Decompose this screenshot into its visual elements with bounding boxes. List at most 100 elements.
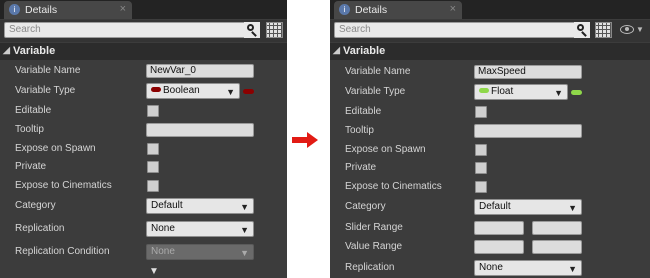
expose-to-cinematics-label: Expose to Cinematics xyxy=(345,181,442,192)
value-range-min-field[interactable] xyxy=(474,240,524,254)
editable-label: Editable xyxy=(15,105,52,116)
type-pin-icon xyxy=(243,89,254,94)
chevron-down-icon: ▼ xyxy=(240,225,249,235)
variable-name-label: Variable Name xyxy=(345,66,411,77)
row-category: Category Default ▼ xyxy=(330,197,650,217)
replication-label: Replication xyxy=(345,262,395,273)
replication-dropdown[interactable]: None ▼ xyxy=(146,221,254,237)
row-private: Private xyxy=(0,157,287,177)
category-dropdown[interactable]: Default ▼ xyxy=(146,198,254,214)
type-pin-icon xyxy=(571,90,582,95)
type-pill-icon xyxy=(151,86,161,92)
section-header-variable[interactable]: ◢ Variable xyxy=(0,43,287,60)
private-label: Private xyxy=(15,161,47,172)
tab-details[interactable]: i Details × xyxy=(334,1,462,19)
value-range-max-field[interactable] xyxy=(532,240,582,254)
variable-type-label: Variable Type xyxy=(345,86,406,97)
row-variable-name: Variable Name MaxSpeed xyxy=(330,62,650,82)
expose-to-cinematics-checkbox[interactable] xyxy=(147,180,159,192)
row-variable-type: Variable Type Float ▼ xyxy=(330,82,650,102)
replication-dropdown[interactable]: None ▼ xyxy=(474,260,582,276)
slider-range-min-field[interactable] xyxy=(474,221,524,235)
replication-condition-dropdown: None ▼ xyxy=(146,244,254,260)
row-expose-to-cinematics: Expose to Cinematics xyxy=(330,177,650,197)
replication-condition-label: Replication Condition xyxy=(15,246,110,257)
category-dropdown[interactable]: Default ▼ xyxy=(474,199,582,215)
search-icon[interactable] xyxy=(244,22,260,38)
expose-on-spawn-checkbox[interactable] xyxy=(147,143,159,155)
private-label: Private xyxy=(345,162,377,173)
chevron-down-icon[interactable]: ▼ xyxy=(636,25,644,34)
search-input[interactable]: Search xyxy=(4,22,260,38)
editable-checkbox[interactable] xyxy=(147,105,159,117)
expose-to-cinematics-label: Expose to Cinematics xyxy=(15,180,112,191)
replication-value: None xyxy=(151,223,175,234)
variable-type-label: Variable Type xyxy=(15,85,76,96)
row-value-range: Value Range xyxy=(330,237,650,257)
collapse-arrow-icon[interactable]: ◢ xyxy=(333,45,340,56)
slider-range-max-field[interactable] xyxy=(532,221,582,235)
property-matrix-icon[interactable] xyxy=(266,22,283,38)
row-expose-on-spawn: Expose on Spawn xyxy=(0,139,287,159)
category-label: Category xyxy=(15,200,56,211)
tooltip-field[interactable] xyxy=(474,124,582,138)
expose-on-spawn-label: Expose on Spawn xyxy=(345,144,426,155)
type-pill-icon xyxy=(479,87,489,93)
value-range-label: Value Range xyxy=(345,241,403,252)
tooltip-label: Tooltip xyxy=(15,124,44,135)
tab-title: Details xyxy=(355,4,388,16)
tab-bar: i Details × xyxy=(330,0,650,19)
close-icon[interactable]: × xyxy=(450,3,456,15)
category-label: Category xyxy=(345,201,386,212)
private-checkbox[interactable] xyxy=(475,162,487,174)
tooltip-field[interactable] xyxy=(146,123,254,137)
expand-more-icon[interactable]: ▼ xyxy=(149,266,159,277)
transition-arrow-icon xyxy=(292,132,322,148)
details-icon: i xyxy=(339,4,350,15)
row-tooltip: Tooltip xyxy=(330,121,650,141)
row-expose-on-spawn: Expose on Spawn xyxy=(330,140,650,160)
details-panel-before: i Details × Search ◢ Variable Variable N… xyxy=(0,0,287,278)
editable-checkbox[interactable] xyxy=(475,106,487,118)
row-private: Private xyxy=(330,158,650,178)
chevron-down-icon: ▼ xyxy=(568,264,577,274)
slider-range-label: Slider Range xyxy=(345,222,403,233)
variable-type-value: Boolean xyxy=(163,85,200,96)
search-icon[interactable] xyxy=(574,22,590,38)
chevron-down-icon: ▼ xyxy=(240,248,249,258)
section-header-variable[interactable]: ◢ Variable xyxy=(330,43,650,60)
variable-type-dropdown[interactable]: Float ▼ xyxy=(474,84,568,100)
replication-value: None xyxy=(479,262,503,273)
row-variable-type: Variable Type Boolean ▼ xyxy=(0,81,287,101)
row-expose-to-cinematics: Expose to Cinematics xyxy=(0,176,287,196)
search-row: Search xyxy=(0,20,287,42)
chevron-down-icon: ▼ xyxy=(568,203,577,213)
category-value: Default xyxy=(479,201,511,212)
tab-title: Details xyxy=(25,4,58,16)
close-icon[interactable]: × xyxy=(120,3,126,15)
variable-name-field[interactable]: NewVar_0 xyxy=(146,64,254,78)
eye-icon[interactable] xyxy=(620,25,634,34)
expose-on-spawn-checkbox[interactable] xyxy=(475,144,487,156)
variable-name-field[interactable]: MaxSpeed xyxy=(474,65,582,79)
row-editable: Editable xyxy=(0,101,287,121)
expose-to-cinematics-checkbox[interactable] xyxy=(475,181,487,193)
row-replication-condition: Replication Condition None ▼ xyxy=(0,242,287,262)
variable-type-value: Float xyxy=(491,86,514,97)
chevron-down-icon: ▼ xyxy=(240,202,249,212)
tab-bar: i Details × xyxy=(0,0,287,19)
search-row: Search ▼ xyxy=(330,20,650,42)
variable-name-label: Variable Name xyxy=(15,65,81,76)
variable-type-dropdown[interactable]: Boolean ▼ xyxy=(146,83,240,99)
private-checkbox[interactable] xyxy=(147,161,159,173)
details-icon: i xyxy=(9,4,20,15)
chevron-down-icon: ▼ xyxy=(226,87,235,97)
row-slider-range: Slider Range xyxy=(330,218,650,238)
tab-details[interactable]: i Details × xyxy=(4,1,132,19)
row-variable-name: Variable Name NewVar_0 xyxy=(0,61,287,81)
chevron-down-icon: ▼ xyxy=(554,88,563,98)
collapse-arrow-icon[interactable]: ◢ xyxy=(3,45,10,56)
search-input[interactable]: Search xyxy=(334,22,590,38)
property-matrix-icon[interactable] xyxy=(595,22,612,38)
row-tooltip: Tooltip xyxy=(0,120,287,140)
